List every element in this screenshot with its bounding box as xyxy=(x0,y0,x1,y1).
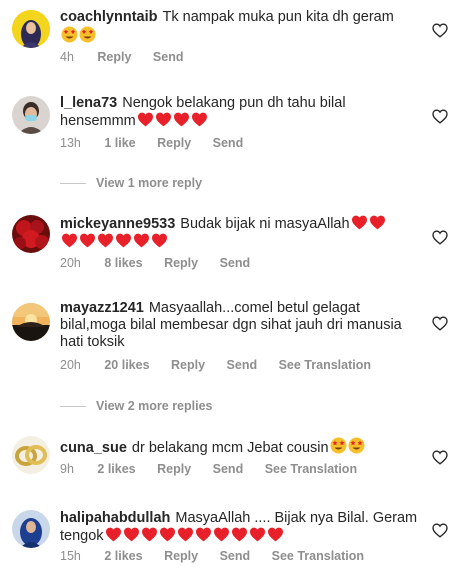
heart-eyes-emoji xyxy=(61,26,78,43)
like-heart-icon[interactable] xyxy=(432,523,450,539)
red-heart-emoji xyxy=(61,233,78,248)
red-heart-emoji xyxy=(123,527,140,542)
reply-button[interactable]: Reply xyxy=(157,136,191,150)
red-heart-emoji xyxy=(213,527,230,542)
comment-username[interactable]: l_lena73 xyxy=(60,95,117,111)
comment-time: 20h xyxy=(60,358,81,372)
red-heart-emoji xyxy=(231,527,248,542)
comment-body: dr belakang mcm Jebat cousin xyxy=(131,440,329,456)
comment-meta: 4h Reply Send xyxy=(60,50,201,64)
red-heart-emoji xyxy=(195,527,212,542)
send-button[interactable]: Send xyxy=(213,136,244,150)
red-heart-emoji xyxy=(159,527,176,542)
send-button[interactable]: Send xyxy=(220,549,251,563)
reply-button[interactable]: Reply xyxy=(97,50,131,64)
comment-username[interactable]: coachlynntaib xyxy=(60,9,158,25)
view-more-replies[interactable]: View 2 more replies xyxy=(60,396,213,416)
avatar-image xyxy=(12,510,50,548)
comment-time: 20h xyxy=(60,256,81,270)
avatar[interactable] xyxy=(12,215,50,253)
see-translation-button[interactable]: See Translation xyxy=(265,462,357,476)
likes-count[interactable]: 2 likes xyxy=(104,549,142,563)
comment-text: mayazz1241 Masyaallah...comel betul gelag… xyxy=(60,300,420,351)
view-replies-label[interactable]: View 1 more reply xyxy=(96,176,202,190)
comment-meta: 9h 2 likes Reply Send See Translation xyxy=(60,462,375,476)
avatar-image xyxy=(12,436,50,474)
see-translation-button[interactable]: See Translation xyxy=(279,358,371,372)
like-heart-icon[interactable] xyxy=(432,450,450,466)
avatar-image xyxy=(12,215,50,253)
red-heart-emoji xyxy=(151,233,168,248)
view-more-replies[interactable]: View 1 more reply xyxy=(60,173,202,193)
avatar-image xyxy=(12,10,50,48)
red-heart-emoji xyxy=(177,527,194,542)
comment-username[interactable]: cuna_sue xyxy=(60,440,127,456)
comment-text: l_lena73 Nengok belakang pun dh tahu bila… xyxy=(60,95,420,130)
avatar-image xyxy=(12,303,50,341)
comment-text: cuna_sue dr belakang mcm Jebat cousin xyxy=(60,437,420,457)
comment-meta: 15h 2 likes Reply Send See Translation xyxy=(60,549,382,563)
comment-text: mickeyanne9533 Budak bijak ni masyaAllah xyxy=(60,215,420,251)
send-button[interactable]: Send xyxy=(227,358,258,372)
comment-meta: 20h 20 likes Reply Send See Translation xyxy=(60,358,389,372)
red-heart-emoji xyxy=(267,527,284,542)
comment-time: 15h xyxy=(60,549,81,563)
avatar[interactable] xyxy=(12,510,50,548)
red-heart-emoji xyxy=(191,112,208,127)
send-button[interactable]: Send xyxy=(213,462,244,476)
red-heart-emoji xyxy=(351,215,368,230)
comment-time: 13h xyxy=(60,136,81,150)
red-heart-emoji xyxy=(105,527,122,542)
avatar[interactable] xyxy=(12,96,50,134)
comment-text: halipahabdullah MasyaAllah .... Bijak nya… xyxy=(60,510,420,545)
reply-button[interactable]: Reply xyxy=(171,358,205,372)
like-heart-icon[interactable] xyxy=(432,109,450,125)
avatar-image xyxy=(12,96,50,134)
red-heart-emoji xyxy=(155,112,172,127)
comment-username[interactable]: halipahabdullah xyxy=(60,510,170,526)
like-heart-icon[interactable] xyxy=(432,316,450,332)
red-heart-emoji xyxy=(369,215,386,230)
star-struck-emoji xyxy=(348,437,365,454)
comment-username[interactable]: mickeyanne9533 xyxy=(60,216,175,232)
red-heart-emoji xyxy=(249,527,266,542)
heart-eyes-emoji xyxy=(79,26,96,43)
red-heart-emoji xyxy=(79,233,96,248)
reply-button[interactable]: Reply xyxy=(164,549,198,563)
view-replies-label[interactable]: View 2 more replies xyxy=(96,399,213,413)
comment-body: Tk nampak muka pun kita dh geram xyxy=(162,9,394,25)
comment-username[interactable]: mayazz1241 xyxy=(60,300,144,316)
likes-count[interactable]: 2 likes xyxy=(97,462,135,476)
red-heart-emoji xyxy=(141,527,158,542)
red-heart-emoji xyxy=(173,112,190,127)
avatar[interactable] xyxy=(12,10,50,48)
replies-divider xyxy=(60,182,86,184)
avatar[interactable] xyxy=(12,436,50,474)
comment-meta: 20h 8 likes Reply Send xyxy=(60,256,268,270)
avatar[interactable] xyxy=(12,303,50,341)
reply-button[interactable]: Reply xyxy=(157,462,191,476)
comment-time: 4h xyxy=(60,50,74,64)
red-heart-emoji xyxy=(97,233,114,248)
comment-time: 9h xyxy=(60,462,74,476)
comment-meta: 13h 1 like Reply Send xyxy=(60,136,261,150)
send-button[interactable]: Send xyxy=(220,256,251,270)
likes-count[interactable]: 20 likes xyxy=(104,358,149,372)
likes-count[interactable]: 1 like xyxy=(104,136,135,150)
send-button[interactable]: Send xyxy=(153,50,184,64)
like-heart-icon[interactable] xyxy=(432,23,450,39)
comment-text: coachlynntaib Tk nampak muka pun kita dh … xyxy=(60,9,420,46)
replies-divider xyxy=(60,405,86,407)
reply-button[interactable]: Reply xyxy=(164,256,198,270)
likes-count[interactable]: 8 likes xyxy=(104,256,142,270)
red-heart-emoji xyxy=(115,233,132,248)
comment-body: Budak bijak ni masyaAllah xyxy=(180,216,350,232)
red-heart-emoji xyxy=(133,233,150,248)
like-heart-icon[interactable] xyxy=(432,230,450,246)
see-translation-button[interactable]: See Translation xyxy=(272,549,364,563)
red-heart-emoji xyxy=(137,112,154,127)
star-struck-emoji xyxy=(330,437,347,454)
